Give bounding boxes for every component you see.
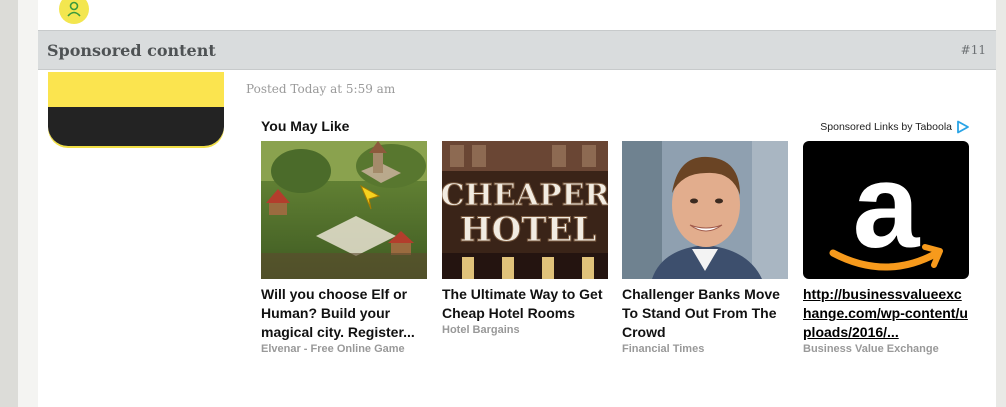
ad-title[interactable]: The Ultimate Way to Get Cheap Hotel Room… bbox=[442, 285, 608, 323]
ad-source[interactable]: Business Value Exchange bbox=[803, 343, 969, 355]
page-edge bbox=[18, 0, 38, 407]
post-body: Posted Today at 5:59 am You May Like Spo… bbox=[38, 70, 996, 407]
ad-source[interactable]: Hotel Bargains bbox=[442, 324, 608, 336]
ad-card-4[interactable]: a http://businessvalueexchange.com/wp-co… bbox=[803, 141, 969, 355]
ad-title[interactable]: Will you choose Elf or Human? Build your… bbox=[261, 285, 427, 342]
post-title: Sponsored content bbox=[47, 41, 216, 60]
left-gutter bbox=[0, 0, 18, 407]
ad-card-3[interactable]: Challenger Banks Move To Stand Out From … bbox=[622, 141, 788, 355]
post-number-link[interactable]: #11 bbox=[961, 43, 986, 57]
post-header: Sponsored content #11 bbox=[38, 30, 996, 70]
amazon-logo-image[interactable]: a bbox=[803, 141, 969, 279]
sponsored-links-label[interactable]: Sponsored Links by Taboola bbox=[820, 120, 970, 134]
cheaper-hotel-sign-image[interactable]: CHEAPER HOTEL bbox=[442, 141, 608, 279]
ad-card-1[interactable]: Will you choose Elf or Human? Build your… bbox=[261, 141, 427, 355]
right-gutter bbox=[996, 0, 1006, 407]
man-portrait-image[interactable] bbox=[622, 141, 788, 279]
svg-text:HOTEL: HOTEL bbox=[460, 210, 597, 250]
fantasy-city-game-image[interactable] bbox=[261, 141, 427, 279]
svg-text:CHEAPER: CHEAPER bbox=[442, 178, 608, 213]
previous-post-strip bbox=[38, 0, 996, 30]
author-avatar[interactable] bbox=[48, 72, 224, 146]
ad-card-2[interactable]: CHEAPER HOTEL The Ultimate Way to Get Ch… bbox=[442, 141, 608, 336]
ad-title-link[interactable]: http://businessvalueexchange.com/wp-cont… bbox=[803, 285, 969, 342]
user-icon bbox=[67, 1, 81, 17]
widget-heading: You May Like bbox=[261, 118, 350, 134]
ad-source[interactable]: Elvenar - Free Online Game bbox=[261, 343, 427, 355]
taboola-play-icon bbox=[957, 120, 969, 134]
post-timestamp: Posted Today at 5:59 am bbox=[246, 82, 396, 96]
ad-title[interactable]: Challenger Banks Move To Stand Out From … bbox=[622, 285, 788, 342]
svg-text:a: a bbox=[853, 141, 921, 273]
ad-source[interactable]: Financial Times bbox=[622, 343, 788, 355]
